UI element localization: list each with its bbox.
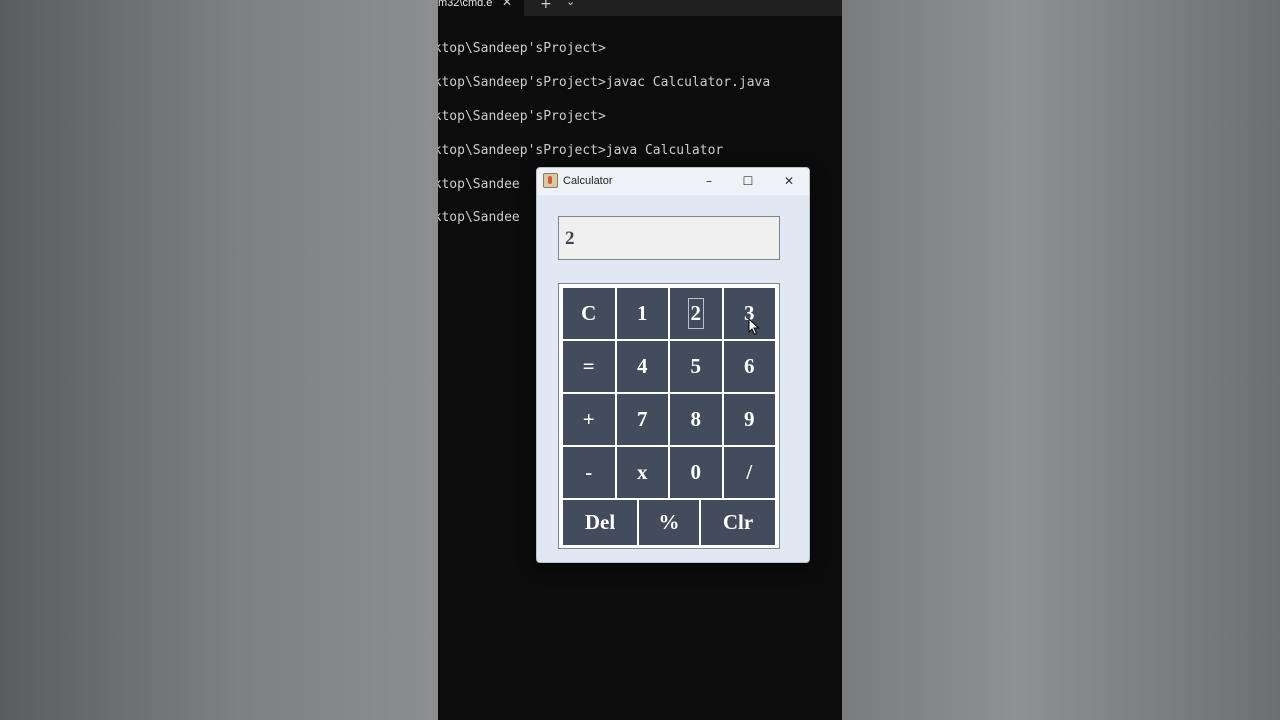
- terminal-tab[interactable]: m32\cmd.e ✕: [438, 0, 524, 16]
- key-equals[interactable]: =: [563, 341, 615, 392]
- key-label: %: [658, 510, 680, 534]
- calculator-display[interactable]: 2: [558, 216, 780, 260]
- key-label: =: [582, 354, 595, 378]
- key-label: Clr: [722, 510, 754, 534]
- key-label: C: [581, 301, 597, 325]
- chevron-down-icon[interactable]: ⌄: [566, 0, 575, 8]
- key-minus[interactable]: -: [563, 447, 615, 498]
- key-plus[interactable]: +: [563, 394, 615, 445]
- key-label: 2: [687, 298, 704, 329]
- key-label: 7: [637, 407, 648, 431]
- java-app-icon: [543, 173, 558, 188]
- key-clear[interactable]: C: [563, 288, 615, 339]
- key-label: 5: [690, 354, 702, 378]
- background-right: [842, 0, 1280, 720]
- key-divide[interactable]: /: [723, 447, 775, 498]
- maximize-button[interactable]: ☐: [734, 171, 762, 191]
- key-percent[interactable]: %: [639, 500, 699, 545]
- terminal-line: esktop\Sandeep'sProject>javac Calculator…: [438, 75, 771, 90]
- calculator-titlebar[interactable]: Calculator – ☐ ✕: [537, 168, 809, 195]
- close-button[interactable]: ✕: [775, 171, 803, 191]
- key-multiply[interactable]: x: [616, 447, 668, 498]
- new-tab-icon[interactable]: +: [540, 0, 552, 12]
- key-label: 4: [637, 354, 648, 378]
- terminal-tabbar: m32\cmd.e ✕ + ⌄: [438, 0, 842, 16]
- terminal-line: esktop\Sandee: [438, 210, 520, 225]
- terminal-line: esktop\Sandeep'sProject>: [438, 41, 606, 56]
- mouse-pointer-icon: [748, 318, 760, 336]
- key-9[interactable]: 9: [723, 394, 775, 445]
- key-label: 9: [744, 407, 755, 431]
- key-5[interactable]: 5: [670, 341, 722, 392]
- terminal-tab-title: m32\cmd.e: [438, 0, 493, 9]
- key-label: +: [582, 407, 595, 431]
- key-7[interactable]: 7: [616, 394, 668, 445]
- key-label: 0: [690, 460, 702, 484]
- key-delete[interactable]: Del: [563, 500, 637, 545]
- terminal-line: esktop\Sandee: [438, 177, 520, 192]
- key-1[interactable]: 1: [616, 288, 668, 339]
- key-2[interactable]: 2: [670, 288, 722, 339]
- key-label: Del: [584, 510, 616, 534]
- window-title: Calculator: [563, 175, 613, 187]
- key-label: x: [637, 460, 648, 484]
- keypad: C 1 2 3 = 4 5 6 + 7 8 9 - x 0 / Del % Cl…: [558, 283, 780, 549]
- key-label: 1: [637, 301, 648, 325]
- key-6[interactable]: 6: [723, 341, 775, 392]
- key-8[interactable]: 8: [670, 394, 722, 445]
- terminal-line: esktop\Sandeep'sProject>: [438, 109, 606, 124]
- key-label: 6: [744, 354, 755, 378]
- key-label: -: [585, 460, 593, 484]
- key-label: /: [746, 460, 753, 484]
- minimize-button[interactable]: –: [695, 171, 723, 191]
- calculator-window[interactable]: Calculator – ☐ ✕ 2 C 1 2 3 = 4 5 6 + 7 8…: [536, 167, 810, 563]
- key-0[interactable]: 0: [670, 447, 722, 498]
- key-clr[interactable]: Clr: [701, 500, 775, 545]
- key-label: 8: [690, 407, 702, 431]
- terminal-line: esktop\Sandeep'sProject>java Calculator: [438, 143, 724, 158]
- key-4[interactable]: 4: [616, 341, 668, 392]
- close-tab-icon[interactable]: ✕: [502, 0, 512, 8]
- keypad-bottom-row: Del % Clr: [563, 500, 775, 545]
- keypad-grid: C 1 2 3 = 4 5 6 + 7 8 9 - x 0 /: [563, 288, 775, 498]
